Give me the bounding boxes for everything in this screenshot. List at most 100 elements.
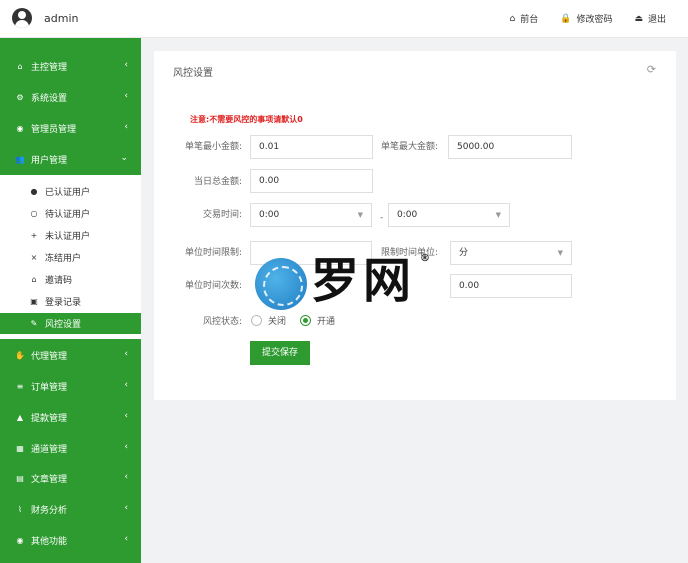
submenu-item-invite-codes[interactable]: ⌂ 邀请码 xyxy=(0,269,141,290)
sidebar-item-label: 提款管理 xyxy=(31,413,68,424)
chevron-left-icon: ‹ xyxy=(124,411,128,421)
status-on-label: 开通 xyxy=(317,317,336,327)
status-radio-group: 关闭 开通 xyxy=(251,314,335,327)
book-icon: ▤ xyxy=(16,473,24,483)
sidebar-item-withdrawals[interactable]: ▲ 提款管理 ‹ xyxy=(0,403,141,431)
trade-time-end-select[interactable]: 0:00 ▼ xyxy=(388,203,510,227)
min-single-label: 单笔最小金额: xyxy=(184,142,242,152)
sidebar-item-system-settings[interactable]: ⚙ 系统设置 ‹ xyxy=(0,83,141,111)
submit-save-button[interactable]: 提交保存 xyxy=(250,341,310,365)
submenu-item-label: 待认证用户 xyxy=(45,210,91,220)
frontend-link[interactable]: ⌂ 前台 xyxy=(509,12,539,26)
submenu-item-pending-users[interactable]: ○ 待认证用户 xyxy=(0,203,141,224)
chevron-down-icon: ⌄ xyxy=(120,153,128,163)
sidebar-item-label: 系统设置 xyxy=(31,93,68,104)
user-icon: ● xyxy=(30,187,38,196)
risk-settings-panel: 风控设置 ⟳ 注意:不需要风控的事项请默认0 单笔最小金额: 0.01 单笔最大… xyxy=(154,51,676,400)
unit-time-count-label: 单位时间次数: xyxy=(184,281,242,291)
user-outline-icon: ○ xyxy=(30,209,38,218)
max-single-input[interactable]: 5000.00 xyxy=(448,135,572,159)
radio-checked-icon xyxy=(300,315,312,326)
submenu-item-label: 登录记录 xyxy=(45,298,82,308)
status-on-radio[interactable]: 开通 xyxy=(300,314,335,327)
logout-icon: ⏏ xyxy=(634,13,643,24)
sidebar-item-label: 订单管理 xyxy=(31,382,68,393)
sidebar: ⌂ 主控管理 ‹ ⚙ 系统设置 ‹ ◉ 管理员管理 ‹ 👥 用户管理 ⌄ ● 已… xyxy=(0,38,141,563)
user-circle-icon: ◉ xyxy=(16,123,24,133)
logout-link[interactable]: ⏏ 退出 xyxy=(634,12,666,26)
trade-time-label: 交易时间: xyxy=(202,210,242,220)
submenu-item-label: 已认证用户 xyxy=(45,188,91,198)
sidebar-item-users[interactable]: 👥 用户管理 ⌄ xyxy=(0,145,141,173)
handshake-icon: ✋ xyxy=(15,350,25,360)
gift-icon: ⌂ xyxy=(31,275,37,284)
chevron-left-icon: ‹ xyxy=(124,91,128,101)
change-password-link[interactable]: 🔒 修改密码 xyxy=(560,12,613,26)
sidebar-item-label: 财务分析 xyxy=(31,505,68,516)
sidebar-item-channels[interactable]: ▦ 通道管理 ‹ xyxy=(0,434,141,462)
sidebar-item-finance[interactable]: ⌇ 财务分析 ‹ xyxy=(0,495,141,523)
trade-time-start-select[interactable]: 0:00 ▼ xyxy=(250,203,372,227)
line-chart-icon: ⌇ xyxy=(18,504,22,514)
list-icon: ≡ xyxy=(16,381,24,391)
record-icon: ▣ xyxy=(30,297,38,306)
chevron-left-icon: ‹ xyxy=(124,534,128,544)
time-unit-select[interactable]: 分 ▼ xyxy=(450,241,572,265)
submenu-item-unverified-users[interactable]: + 未认证用户 xyxy=(0,225,141,246)
chevron-left-icon: ‹ xyxy=(124,60,128,70)
users-icon: 👥 xyxy=(15,154,25,164)
sidebar-item-admins[interactable]: ◉ 管理员管理 ‹ xyxy=(0,114,141,142)
wrench-icon: ✎ xyxy=(30,319,38,328)
chevron-left-icon: ‹ xyxy=(124,472,128,482)
daily-total-input[interactable]: 0.00 xyxy=(250,169,373,193)
unit-time-count-input[interactable]: 0.00 xyxy=(450,274,572,298)
submenu-item-login-records[interactable]: ▣ 登录记录 xyxy=(0,291,141,312)
radio-circle-icon xyxy=(251,315,262,326)
sidebar-item-label: 主控管理 xyxy=(31,62,68,73)
chevron-left-icon: ‹ xyxy=(124,122,128,132)
top-header: admin ⌂ 前台 🔒 修改密码 ⏏ 退出 xyxy=(0,0,688,38)
sidebar-item-label: 通道管理 xyxy=(31,444,68,455)
sidebar-item-label: 其他功能 xyxy=(31,536,68,547)
user-plus-icon: + xyxy=(30,231,38,240)
sidebar-item-label: 代理管理 xyxy=(31,351,68,362)
trade-time-end-value: 0:00 xyxy=(397,210,418,220)
sidebar-item-agents[interactable]: ✋ 代理管理 ‹ xyxy=(0,341,141,369)
trade-time-start-value: 0:00 xyxy=(259,210,280,220)
avatar-icon[interactable] xyxy=(12,8,32,28)
change-password-label: 修改密码 xyxy=(576,15,613,25)
submenu-item-label: 风控设置 xyxy=(45,320,82,330)
top-links: ⌂ 前台 🔒 修改密码 ⏏ 退出 xyxy=(509,12,667,26)
submenu-item-verified-users[interactable]: ● 已认证用户 xyxy=(0,181,141,202)
sidebar-item-articles[interactable]: ▤ 文章管理 ‹ xyxy=(0,464,141,492)
chevron-left-icon: ‹ xyxy=(124,380,128,390)
cogs-icon: ⚙ xyxy=(16,92,24,102)
watermark-text: 罗网 xyxy=(311,253,416,309)
users-submenu: ● 已认证用户 ○ 待认证用户 + 未认证用户 × 冻结用户 ⌂ 邀请码 ▣ 登… xyxy=(0,175,141,339)
time-unit-value: 分 xyxy=(459,248,469,258)
status-off-radio[interactable]: 关闭 xyxy=(251,314,286,327)
home-icon: ⌂ xyxy=(509,13,516,24)
withdraw-icon: ▲ xyxy=(16,412,24,422)
caret-down-icon: ▼ xyxy=(357,211,363,219)
sidebar-item-dashboard[interactable]: ⌂ 主控管理 ‹ xyxy=(0,52,141,80)
submenu-item-label: 邀请码 xyxy=(45,276,73,286)
sidebar-item-other[interactable]: ◉ 其他功能 ‹ xyxy=(0,526,141,554)
caret-down-icon: ▼ xyxy=(557,249,563,257)
sidebar-item-label: 文章管理 xyxy=(31,474,68,485)
submenu-item-risk-settings[interactable]: ✎ 风控设置 xyxy=(0,313,141,334)
sidebar-item-label: 管理员管理 xyxy=(31,124,77,135)
submenu-item-label: 未认证用户 xyxy=(45,232,91,242)
refresh-icon[interactable]: ⟳ xyxy=(647,63,656,76)
user-times-icon: × xyxy=(30,253,38,262)
caret-down-icon: ▼ xyxy=(495,211,501,219)
chevron-left-icon: ‹ xyxy=(124,349,128,359)
submenu-item-label: 冻结用户 xyxy=(45,254,82,264)
status-label: 风控状态: xyxy=(202,317,242,327)
more-icon: ◉ xyxy=(16,535,24,545)
unit-time-limit-label: 单位时间限制: xyxy=(184,248,242,258)
sidebar-item-orders[interactable]: ≡ 订单管理 ‹ xyxy=(0,372,141,400)
lock-icon: 🔒 xyxy=(560,13,572,24)
submenu-item-frozen-users[interactable]: × 冻结用户 xyxy=(0,247,141,268)
chevron-left-icon: ‹ xyxy=(124,442,128,452)
